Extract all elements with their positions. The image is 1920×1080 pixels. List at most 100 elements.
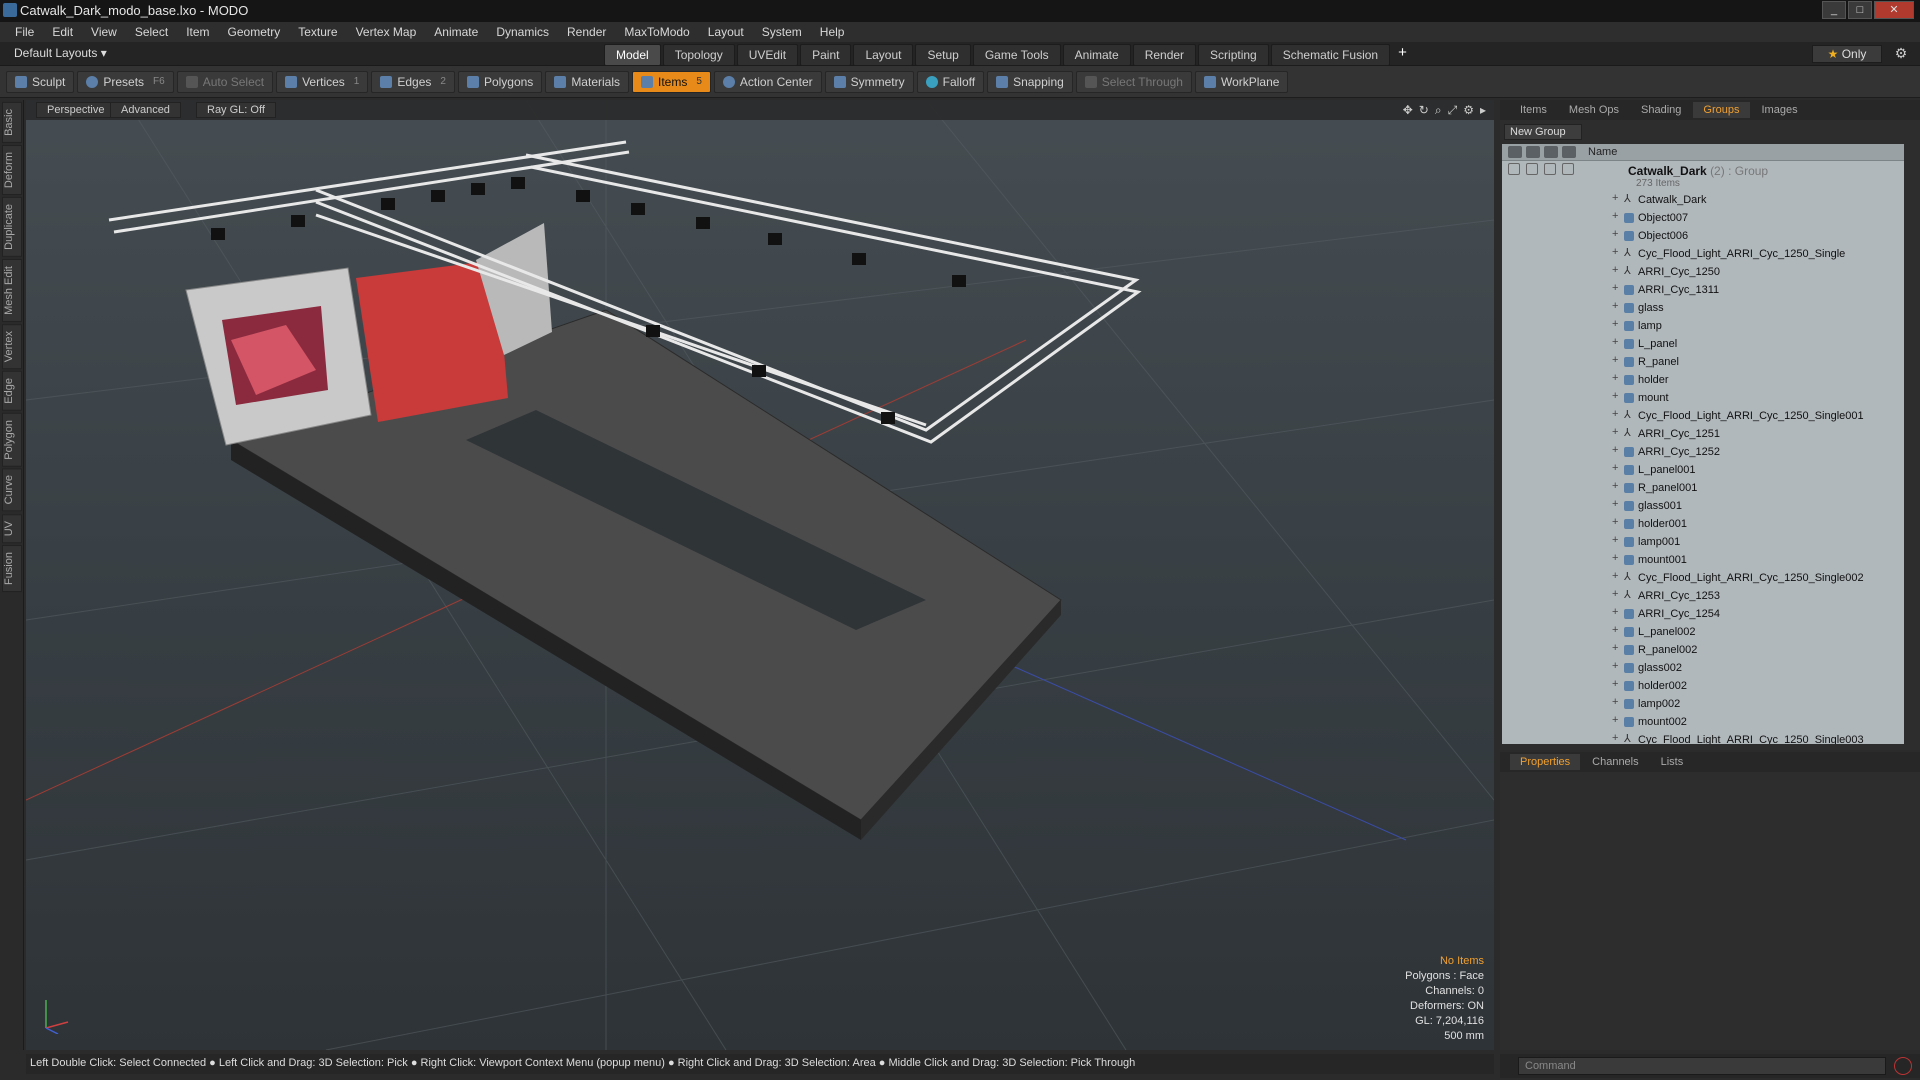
command-input[interactable]: Command (1518, 1057, 1886, 1075)
tab-layout[interactable]: Layout (853, 44, 914, 66)
list-item[interactable]: + glass001 (1502, 497, 1904, 515)
expand-icon[interactable]: + (1612, 534, 1618, 546)
expand-icon[interactable]: + (1612, 570, 1618, 582)
menu-help[interactable]: Help (811, 25, 854, 39)
items-button[interactable]: Items 5 (632, 70, 711, 93)
list-item[interactable]: + lamp002 (1502, 695, 1904, 713)
props-tab-properties[interactable]: Properties (1510, 754, 1581, 770)
list-item[interactable]: + L_panel002 (1502, 623, 1904, 641)
list-item[interactable]: + R_panel002 (1502, 641, 1904, 659)
expand-icon[interactable]: + (1612, 642, 1618, 654)
list-item[interactable]: + mount002 (1502, 713, 1904, 731)
presets-button[interactable]: Presets F6 (77, 70, 174, 93)
view-perspective-button[interactable]: Perspective (36, 102, 116, 118)
list-item[interactable]: + L_panel (1502, 335, 1904, 353)
group-tree[interactable]: Name Catwalk_Dark (2) : Group 273 Items … (1502, 144, 1904, 744)
menu-layout[interactable]: Layout (699, 25, 753, 39)
tab-schematic-fusion[interactable]: Schematic Fusion (1270, 44, 1391, 66)
group-render-toggle[interactable] (1526, 163, 1538, 175)
expand-icon[interactable]: + (1612, 390, 1618, 402)
props-tab-lists[interactable]: Lists (1651, 754, 1694, 770)
3d-viewport[interactable]: Perspective Advanced Ray GL: Off ✥ ↻ ⌕ ⤢… (26, 100, 1494, 1050)
expand-icon[interactable]: + (1612, 192, 1618, 204)
list-item[interactable]: + mount (1502, 389, 1904, 407)
list-item[interactable]: + ⅄ Cyc_Flood_Light_ARRI_Cyc_1250_Single00… (1502, 569, 1904, 587)
viewport-menu-arrow-icon[interactable]: ▸ (1480, 103, 1486, 118)
expand-icon[interactable]: + (1612, 318, 1618, 330)
right-tab-shading[interactable]: Shading (1631, 102, 1691, 118)
tab-animate[interactable]: Animate (1062, 44, 1131, 66)
expand-icon[interactable]: + (1612, 372, 1618, 384)
sculpt-button[interactable]: Sculpt (6, 70, 75, 93)
menu-texture[interactable]: Texture (289, 25, 346, 39)
expand-icon[interactable]: + (1612, 498, 1618, 510)
left-tab-basic[interactable]: Basic (2, 102, 22, 143)
list-item[interactable]: + L_panel001 (1502, 461, 1904, 479)
tab-paint[interactable]: Paint (800, 44, 852, 66)
menu-vertex-map[interactable]: Vertex Map (347, 25, 426, 39)
expand-icon[interactable]: + (1612, 444, 1618, 456)
move-view-icon[interactable]: ✥ (1403, 103, 1413, 118)
expand-icon[interactable]: + (1612, 516, 1618, 528)
expand-icon[interactable]: + (1612, 552, 1618, 564)
menu-view[interactable]: View (82, 25, 126, 39)
expand-icon[interactable]: + (1612, 228, 1618, 240)
list-item[interactable]: + lamp001 (1502, 533, 1904, 551)
list-item[interactable]: + ARRI_Cyc_1254 (1502, 605, 1904, 623)
expand-icon[interactable]: + (1612, 354, 1618, 366)
raygl-button[interactable]: Ray GL: Off (196, 102, 276, 118)
menu-geometry[interactable]: Geometry (219, 25, 290, 39)
fit-view-icon[interactable]: ⤢ (1448, 103, 1458, 118)
name-column-header[interactable]: Name (1588, 146, 1617, 158)
list-item[interactable]: + glass002 (1502, 659, 1904, 677)
left-tab-fusion[interactable]: Fusion (2, 545, 22, 593)
left-tab-duplicate[interactable]: Duplicate (2, 196, 22, 257)
zoom-view-icon[interactable]: ⌕ (1435, 103, 1442, 118)
list-item[interactable]: + mount001 (1502, 551, 1904, 569)
action-center-button[interactable]: Action Center (713, 70, 822, 93)
list-item[interactable]: + ⅄ Cyc_Flood_Light_ARRI_Cyc_1250_Single00… (1502, 407, 1904, 425)
left-tab-polygon[interactable]: Polygon (2, 412, 22, 467)
expand-icon[interactable]: + (1612, 606, 1618, 618)
left-tab-curve[interactable]: Curve (2, 468, 22, 512)
list-item[interactable]: + holder001 (1502, 515, 1904, 533)
expand-icon[interactable]: + (1612, 480, 1618, 492)
add-tab-icon[interactable]: + (1392, 44, 1413, 66)
vertices-button[interactable]: Vertices 1 (276, 70, 369, 93)
left-tab-uv[interactable]: UV (2, 513, 22, 544)
select-through-button[interactable]: Select Through (1075, 70, 1192, 93)
list-item[interactable]: + holder002 (1502, 677, 1904, 695)
symmetry-button[interactable]: Symmetry (824, 70, 914, 93)
polygons-button[interactable]: Polygons (457, 70, 543, 93)
left-tab-vertex[interactable]: Vertex (2, 323, 22, 369)
close-button[interactable]: ✕ (1874, 1, 1914, 19)
new-group-button[interactable]: New Group (1504, 124, 1582, 140)
menu-system[interactable]: System (753, 25, 811, 39)
only-button[interactable]: ★ Only (1812, 45, 1882, 63)
list-item[interactable]: + ⅄ ARRI_Cyc_1253 (1502, 587, 1904, 605)
list-item[interactable]: + holder (1502, 371, 1904, 389)
list-item[interactable]: + ⅄ ARRI_Cyc_1250 (1502, 263, 1904, 281)
expand-icon[interactable]: + (1612, 246, 1618, 258)
shading-advanced-button[interactable]: Advanced (110, 102, 181, 118)
right-tab-groups[interactable]: Groups (1693, 102, 1750, 118)
list-item[interactable]: + R_panel001 (1502, 479, 1904, 497)
expand-icon[interactable]: + (1612, 300, 1618, 312)
layout-selector[interactable]: Default Layouts ▾ (14, 46, 107, 60)
menu-dynamics[interactable]: Dynamics (487, 25, 558, 39)
list-item[interactable]: + ARRI_Cyc_1311 (1502, 281, 1904, 299)
left-tab-deform[interactable]: Deform (2, 144, 22, 195)
left-tab-edge[interactable]: Edge (2, 370, 22, 411)
right-tab-items[interactable]: Items (1510, 102, 1557, 118)
materials-button[interactable]: Materials (545, 70, 629, 93)
maximize-button[interactable]: □ (1848, 1, 1872, 19)
rotate-view-icon[interactable]: ↻ (1419, 103, 1429, 118)
list-item[interactable]: + ⅄ Catwalk_Dark (1502, 191, 1904, 209)
list-item[interactable]: + lamp (1502, 317, 1904, 335)
expand-icon[interactable]: + (1612, 696, 1618, 708)
viewport-gear-icon[interactable]: ⚙ (1463, 103, 1474, 118)
expand-icon[interactable]: + (1612, 678, 1618, 690)
group-lock-toggle[interactable] (1544, 163, 1556, 175)
tab-uvedit[interactable]: UVEdit (736, 44, 799, 66)
menu-select[interactable]: Select (126, 25, 177, 39)
